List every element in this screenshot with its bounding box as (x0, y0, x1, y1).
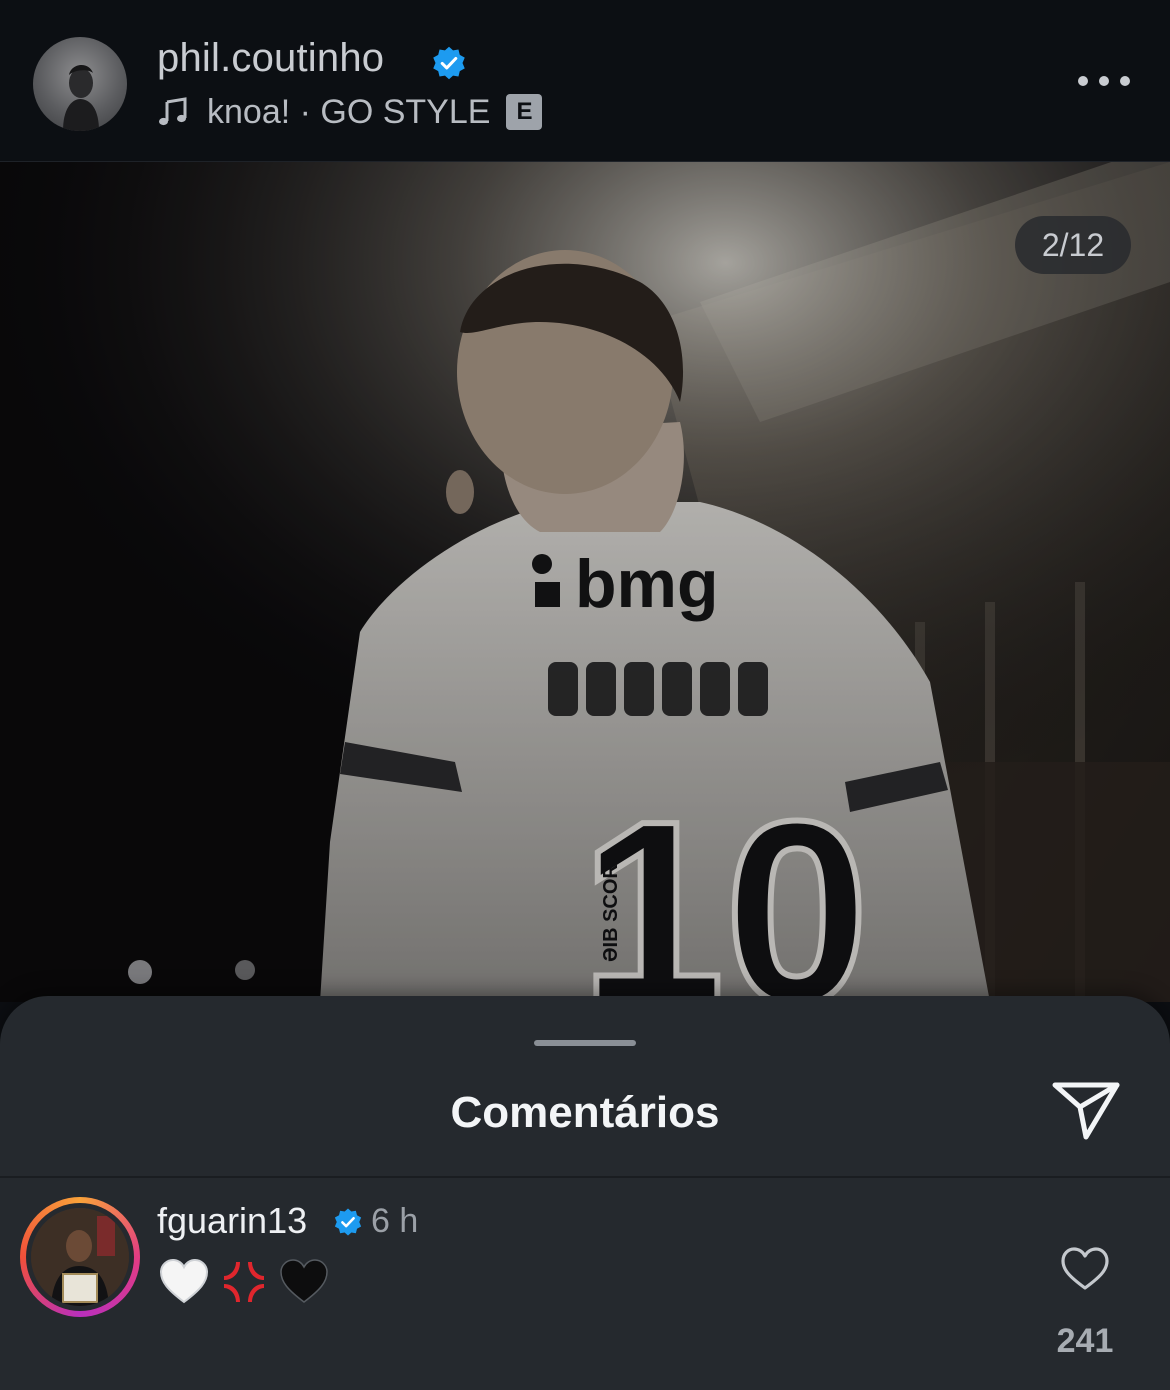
music-note-icon (159, 97, 187, 126)
share-send-icon[interactable] (1050, 1080, 1122, 1142)
like-count: 241 (1056, 1322, 1114, 1360)
avatar-gap (26, 1203, 134, 1311)
drag-handle[interactable] (534, 1040, 636, 1046)
dot-icon (1120, 76, 1130, 86)
white-heart-icon (159, 1258, 209, 1304)
commenter-avatar[interactable] (20, 1197, 140, 1317)
verified-badge-icon (334, 1208, 362, 1236)
comment-username[interactable]: fguarin13 (157, 1200, 307, 1242)
verified-badge-icon (433, 46, 465, 80)
like-heart-icon[interactable] (1060, 1246, 1110, 1292)
black-heart-icon (280, 1259, 328, 1303)
comment-text (158, 1256, 330, 1308)
explicit-badge: E (506, 94, 543, 130)
post-username[interactable]: phil.coutinho (157, 36, 384, 81)
post-image[interactable]: bmg 10 ƏIB SCORE (0, 162, 1170, 1002)
post-header: phil.coutinho knoa! · GO STYLE E (0, 0, 1170, 162)
avatar-photo (31, 1208, 129, 1306)
comment-time: 6 h (371, 1202, 419, 1240)
divider (0, 1176, 1170, 1178)
comments-sheet: Comentários fguarin13 6 h 241 (0, 996, 1170, 1390)
dot-icon (1078, 76, 1088, 86)
anger-symbol-icon (224, 1262, 264, 1302)
sheet-title: Comentários (450, 1088, 720, 1137)
music-info[interactable]: knoa! · GO STYLE E (157, 92, 543, 132)
profile-avatar[interactable] (33, 37, 127, 131)
music-title: knoa! · GO STYLE (207, 92, 491, 131)
more-options-button[interactable] (1078, 70, 1130, 92)
media-counter: 2/12 (1015, 216, 1131, 274)
dot-icon (1099, 76, 1109, 86)
